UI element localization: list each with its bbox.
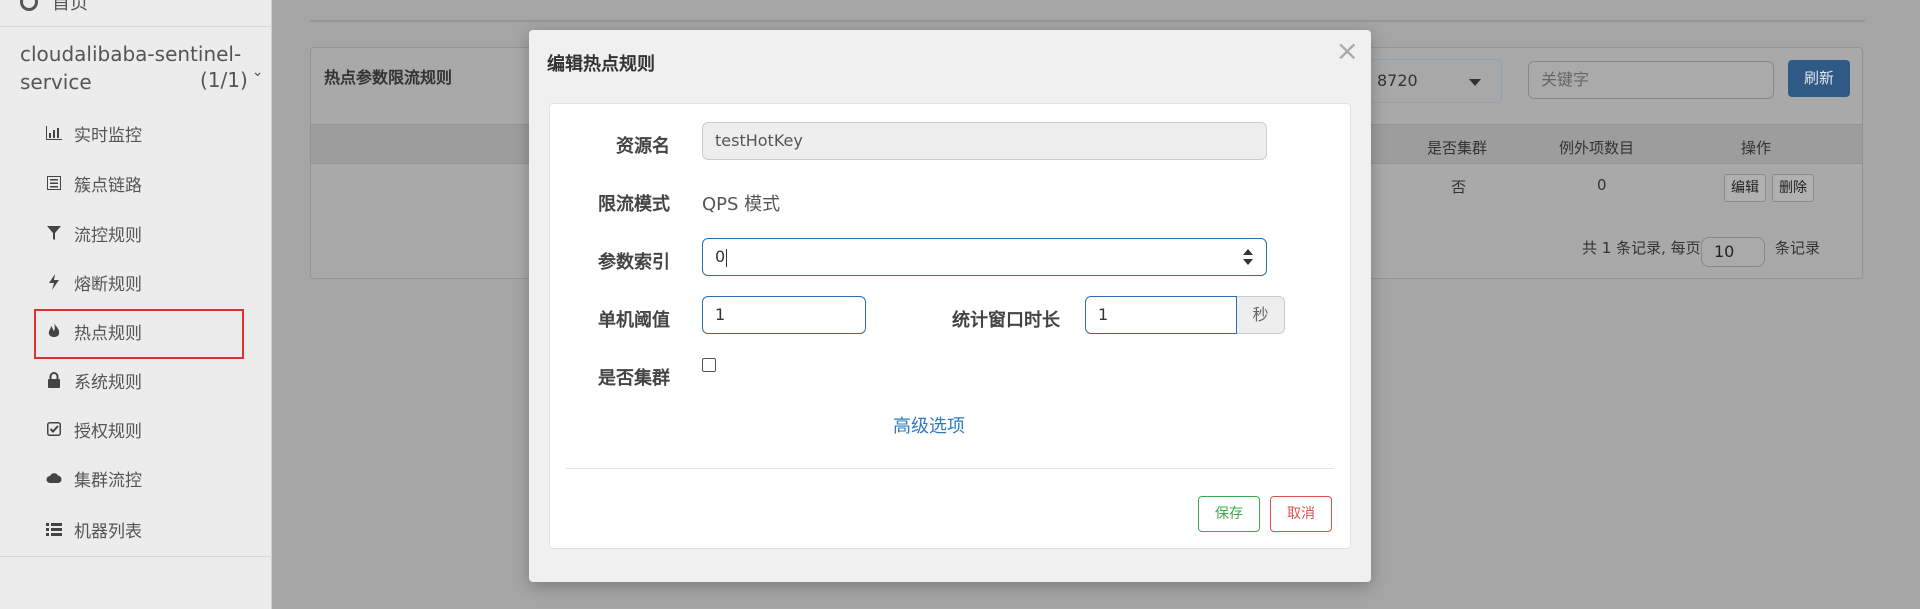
sidebar-item-machine-list[interactable]: 机器列表 [46, 516, 142, 542]
cell-cluster: 否 [1451, 178, 1467, 196]
param-index-value: 0 [715, 247, 726, 266]
sidebar-item-realtime-monitor[interactable]: 实时监控 [46, 120, 142, 146]
col-cluster: 是否集群 [1427, 139, 1488, 157]
cell-exceptions: 0 [1597, 176, 1607, 194]
advanced-options-link[interactable]: 高级选项 [893, 412, 965, 438]
window-duration-input[interactable]: 1 [1085, 296, 1237, 334]
pager-suffix: 条记录 [1775, 239, 1821, 257]
spinner-icon[interactable] [1242, 249, 1254, 265]
search-input[interactable]: 关键字 [1528, 61, 1774, 99]
sidebar-item-system-rules[interactable]: 系统规则 [46, 367, 142, 393]
sidebar-item-label: 集群流控 [74, 470, 142, 491]
sidebar-item-label: 簇点链路 [74, 175, 142, 196]
delete-button[interactable]: 删除 [1772, 174, 1814, 202]
bar-chart-icon [46, 125, 62, 141]
sidebar-item-label: 授权规则 [74, 421, 142, 442]
resource-name-label: 资源名 [616, 136, 670, 157]
divider [566, 468, 1334, 469]
active-menu-highlight [34, 309, 244, 359]
machine-select-value: 8720 [1377, 71, 1418, 90]
sidebar-item-label: 实时监控 [74, 125, 142, 146]
param-index-label: 参数索引 [598, 252, 670, 273]
divider [0, 556, 272, 557]
home-icon [20, 0, 38, 11]
cluster-label: 是否集群 [598, 368, 670, 389]
sidebar-home-label: 首页 [52, 0, 88, 14]
limit-mode-label: 限流模式 [598, 194, 670, 215]
sidebar-item-degrade-rules[interactable]: 熔断规则 [46, 269, 142, 295]
panel-title: 热点参数限流规则 [324, 68, 453, 87]
dialog-body: 资源名 testHotKey 限流模式 QPS 模式 参数索引 0 单机阈值 1… [549, 103, 1351, 549]
lock-icon [46, 372, 62, 388]
param-index-input[interactable]: 0 [702, 238, 1267, 276]
edit-hotspot-rule-dialog: 编辑热点规则 × 资源名 testHotKey 限流模式 QPS 模式 参数索引… [529, 30, 1371, 582]
cancel-button[interactable]: 取消 [1270, 496, 1332, 532]
app-count-label: (1/1) [200, 68, 248, 92]
save-button[interactable]: 保存 [1198, 496, 1260, 532]
page-size-input[interactable]: 10 [1701, 237, 1765, 267]
col-exceptions: 例外项数目 [1559, 139, 1635, 157]
caret-down-icon [1469, 79, 1481, 86]
text-cursor [726, 248, 728, 267]
sidebar-item-label: 熔断规则 [74, 274, 142, 295]
threshold-label: 单机阈值 [598, 310, 670, 331]
edit-button[interactable]: 编辑 [1724, 174, 1766, 202]
resource-name-input: testHotKey [702, 122, 1267, 160]
sidebar-item-label: 机器列表 [74, 521, 142, 542]
refresh-button[interactable]: 刷新 [1788, 60, 1850, 97]
divider [310, 20, 1865, 22]
close-icon[interactable]: × [1336, 36, 1359, 66]
window-duration-label: 统计窗口时长 [952, 310, 1060, 331]
sidebar-home[interactable]: 首页 [20, 0, 88, 14]
sidebar-item-label: 流控规则 [74, 225, 142, 246]
sidebar-item-authority-rules[interactable]: 授权规则 [46, 416, 142, 442]
sidebar-item-label: 系统规则 [74, 372, 142, 393]
sidebar-item-resource-chain[interactable]: 簇点链路 [46, 170, 142, 196]
sidebar-item-cluster-flow[interactable]: 集群流控 [46, 465, 142, 491]
app-count[interactable]: (1/1) ⌄ [200, 64, 264, 92]
machine-select[interactable]: 8720 [1370, 59, 1502, 103]
threshold-input[interactable]: 1 [702, 296, 866, 334]
chevron-down-icon: ⌄ [251, 64, 264, 80]
dialog-title: 编辑热点规则 [547, 54, 655, 75]
divider [0, 26, 272, 27]
col-ops: 操作 [1741, 139, 1772, 157]
cluster-checkbox[interactable] [702, 358, 716, 372]
limit-mode-value: QPS 模式 [702, 194, 781, 215]
window-unit-addon: 秒 [1237, 296, 1285, 334]
list-icon [46, 175, 62, 191]
cloud-icon [46, 470, 62, 486]
flash-icon [46, 274, 62, 290]
check-icon [46, 421, 62, 437]
list-bullet-icon [46, 521, 62, 537]
filter-icon [46, 225, 62, 241]
sidebar-item-flow-rules[interactable]: 流控规则 [46, 220, 142, 246]
sidebar: 首页 cloudalibaba-sentinel-service (1/1) ⌄… [0, 0, 272, 609]
pager-prefix: 共 1 条记录, 每页 [1582, 239, 1701, 257]
